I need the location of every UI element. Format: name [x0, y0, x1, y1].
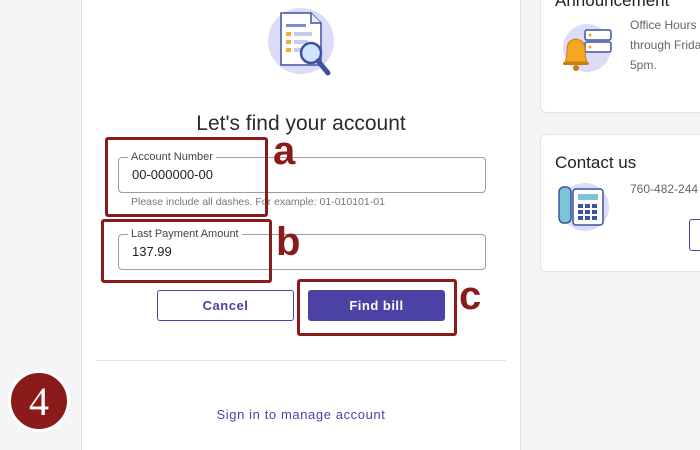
annotation-label-a: a — [273, 129, 296, 173]
document-search-icon — [268, 8, 334, 76]
contact-phone: 760-482-244 — [630, 182, 699, 196]
divider — [96, 360, 506, 361]
page-title: Let's find your account — [196, 112, 406, 135]
contact-action-button[interactable] — [689, 219, 700, 251]
announcement-card: Announcement Office Hours through Frida … — [540, 0, 700, 113]
announcement-title: Announcement — [555, 0, 670, 10]
announcement-line-3: 5pm. — [630, 58, 657, 72]
announcement-line-2: through Frida — [630, 38, 700, 52]
step-number-badge: 4 — [8, 370, 70, 432]
annotation-label-b: b — [276, 220, 301, 264]
announcement-line-1: Office Hours — [630, 18, 697, 32]
cancel-button[interactable]: Cancel — [157, 290, 294, 321]
bell-server-icon — [563, 24, 612, 72]
annotation-box-c — [297, 279, 457, 336]
annotation-label-c: c — [459, 274, 482, 318]
contact-card: Contact us 760-482-244 — [540, 134, 700, 272]
sign-in-link[interactable]: Sign in to manage account — [82, 407, 520, 422]
annotation-box-b — [101, 219, 272, 283]
annotation-box-a — [105, 137, 268, 217]
phone-icon — [558, 183, 609, 231]
contact-title: Contact us — [555, 153, 637, 172]
